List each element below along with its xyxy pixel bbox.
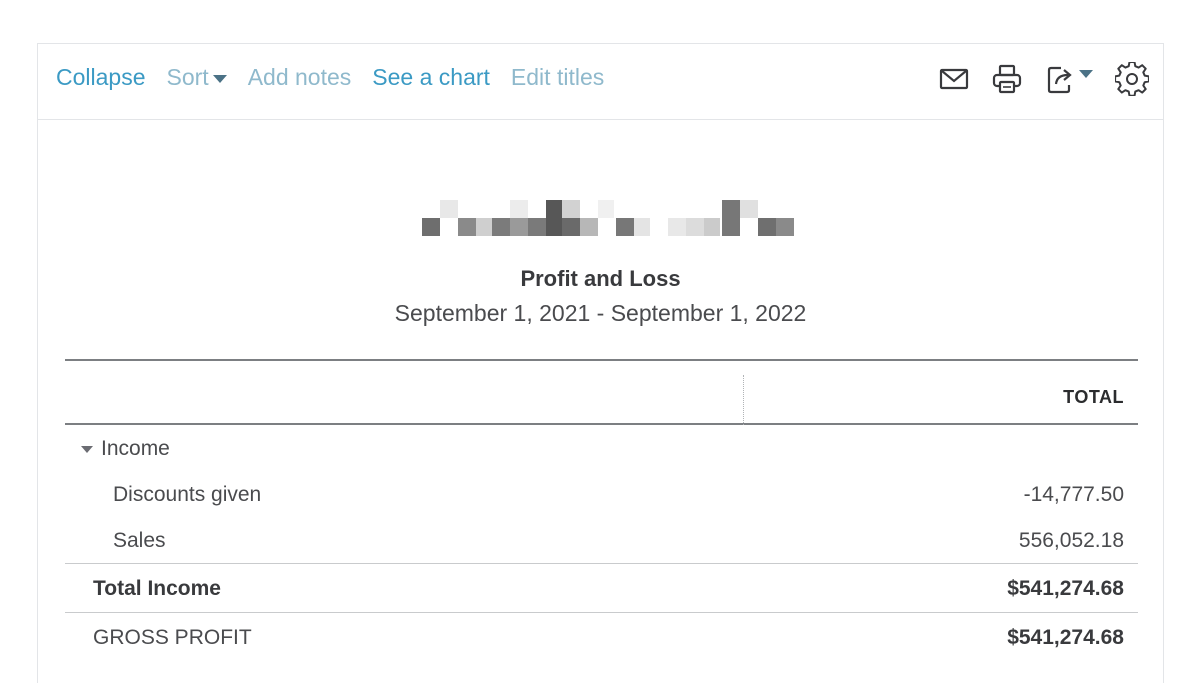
sort-dropdown[interactable]: Sort <box>167 64 227 91</box>
total-income-label: Total Income <box>93 577 221 600</box>
report-period: September 1, 2021 - September 1, 2022 <box>394 300 807 326</box>
total-income-row: Total Income $541,274.68 <box>65 563 1138 612</box>
row-value[interactable]: 556,052.18 <box>1019 529 1124 553</box>
row-label: Sales <box>113 529 166 552</box>
chevron-down-icon[interactable] <box>1079 70 1093 78</box>
table-header: TOTAL <box>65 359 1138 425</box>
total-income-value[interactable]: $541,274.68 <box>1007 577 1124 601</box>
company-name-redacted <box>422 200 794 238</box>
collapse-triangle-icon[interactable] <box>81 446 93 453</box>
total-column-header: TOTAL <box>1063 387 1124 407</box>
see-chart-link[interactable]: See a chart <box>372 64 490 91</box>
table-row: Discounts given -14,777.50 <box>65 471 1138 517</box>
income-section-row: Income <box>65 425 1138 471</box>
income-section-label: Income <box>101 437 170 460</box>
toolbar-links: Collapse Sort Add notes See a chart Edit… <box>56 64 625 91</box>
gross-profit-value[interactable]: $541,274.68 <box>1007 626 1124 650</box>
sort-label: Sort <box>166 64 209 90</box>
report-frame: Collapse Sort Add notes See a chart Edit… <box>37 43 1164 683</box>
gear-icon[interactable] <box>1115 62 1149 96</box>
toolbar-icons <box>917 62 1149 96</box>
collapse-link[interactable]: Collapse <box>56 64 146 91</box>
gross-profit-row: GROSS PROFIT $541,274.68 <box>65 612 1138 661</box>
report-toolbar: Collapse Sort Add notes See a chart Edit… <box>38 44 1163 120</box>
table-row: Sales 556,052.18 <box>65 517 1138 563</box>
report-title: Profit and Loss <box>520 266 681 291</box>
report-table: TOTAL Income Discounts given -14,777.50 … <box>65 359 1138 661</box>
add-notes-link[interactable]: Add notes <box>248 64 352 91</box>
edit-titles-link[interactable]: Edit titles <box>511 64 604 91</box>
row-label: Discounts given <box>113 483 262 506</box>
gross-profit-label: GROSS PROFIT <box>93 626 252 649</box>
caret-down-icon <box>212 74 227 83</box>
row-value[interactable]: -14,777.50 <box>1024 483 1124 507</box>
print-icon[interactable] <box>991 63 1023 95</box>
column-divider <box>743 375 744 425</box>
export-icon[interactable] <box>1045 63 1093 95</box>
mail-icon[interactable] <box>939 68 969 90</box>
